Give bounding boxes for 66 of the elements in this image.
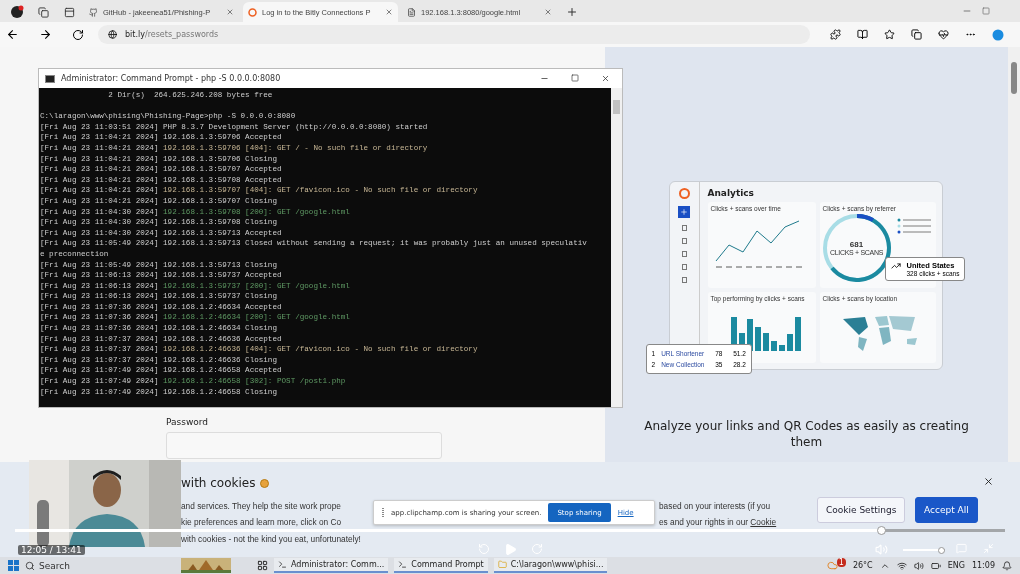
terminal-icon <box>45 74 55 83</box>
logo-icon <box>678 188 690 199</box>
notifications-icon[interactable] <box>1002 560 1012 571</box>
cookie-title: with cookies <box>181 476 256 490</box>
extensions-icon[interactable] <box>830 28 841 40</box>
menu-icon <box>681 251 687 257</box>
trend-icon <box>890 261 901 271</box>
plus-icon <box>678 206 690 218</box>
menu-icon <box>681 277 687 283</box>
clock: 11:09 <box>971 561 995 570</box>
menu-icon <box>681 225 687 231</box>
favorites-icon[interactable] <box>884 28 895 40</box>
close-icon[interactable] <box>601 74 610 83</box>
cookie-text: based on your interests (if you <box>659 501 771 511</box>
maximize-icon[interactable] <box>982 7 990 15</box>
cookie-icon <box>260 478 270 488</box>
github-icon <box>89 7 98 17</box>
refresh-icon[interactable] <box>72 28 84 41</box>
password-label: Password <box>166 417 210 427</box>
maximize-icon[interactable] <box>571 74 579 82</box>
dashboard-title: Analytics <box>707 188 755 198</box>
caption: Analyze your links and QR Codes as easily as creating them <box>643 418 970 450</box>
taskbar-app[interactable]: Administrator: Comm... <box>274 558 389 573</box>
taskbar-app[interactable]: C:\laragon\www\phisi... <box>493 558 608 573</box>
page-icon <box>407 7 416 17</box>
settings-button[interactable]: Cookie Settings <box>817 497 906 523</box>
weather-icon[interactable] <box>826 560 838 571</box>
taskbar-app[interactable]: Command Prompt <box>394 558 488 573</box>
password-field[interactable] <box>166 432 442 459</box>
donut-value: 681 <box>849 240 864 249</box>
menu-icon <box>681 264 687 270</box>
close-icon[interactable] <box>983 476 994 487</box>
search-icon <box>25 560 35 571</box>
start-icon[interactable] <box>8 560 19 571</box>
window-title: Administrator: Command Prompt - php -S 0.0.0.0:8080 <box>61 74 281 83</box>
cookie-link[interactable]: Cookie <box>750 517 777 527</box>
menu-icon <box>681 238 687 244</box>
battery-icon[interactable] <box>930 560 941 571</box>
wifi-icon[interactable] <box>896 560 907 571</box>
folder-icon <box>497 560 507 569</box>
globe-icon <box>108 30 117 39</box>
language-indicator[interactable]: ENG <box>947 561 965 570</box>
collections-icon[interactable] <box>911 28 922 40</box>
forward-icon[interactable] <box>39 28 52 41</box>
health-icon[interactable] <box>938 28 949 40</box>
reading-icon[interactable] <box>857 28 868 40</box>
notification-badge: 1 <box>836 558 846 567</box>
search-field[interactable]: Search <box>25 558 175 573</box>
scrollbar[interactable] <box>1008 47 1020 462</box>
terminal-icon <box>398 560 408 569</box>
logo-icon <box>248 7 257 17</box>
task-view-icon[interactable] <box>257 560 268 571</box>
terminal-icon <box>278 560 287 569</box>
playback-time: 12:05 / 13:41 <box>18 545 85 555</box>
volume-icon[interactable] <box>913 560 924 571</box>
back-icon[interactable] <box>6 28 19 41</box>
accept-button[interactable]: Accept All <box>915 497 978 523</box>
cookie-text: kie preferences and learn more, click on Co <box>181 517 342 527</box>
temperature: 26°C <box>852 561 873 570</box>
copilot-icon[interactable] <box>992 28 1004 41</box>
cookie-text: with cookies - not the kind you eat, unfortunately! <box>181 534 361 544</box>
cookie-text: and services. They help the site work prope <box>181 501 341 511</box>
address-field[interactable]: bit.ly/resets_passwords <box>98 25 810 44</box>
progress-slider[interactable] <box>15 529 1005 532</box>
cookie-text: es and your rights in our Cookie <box>659 517 777 527</box>
scrollbar[interactable] <box>611 88 622 407</box>
